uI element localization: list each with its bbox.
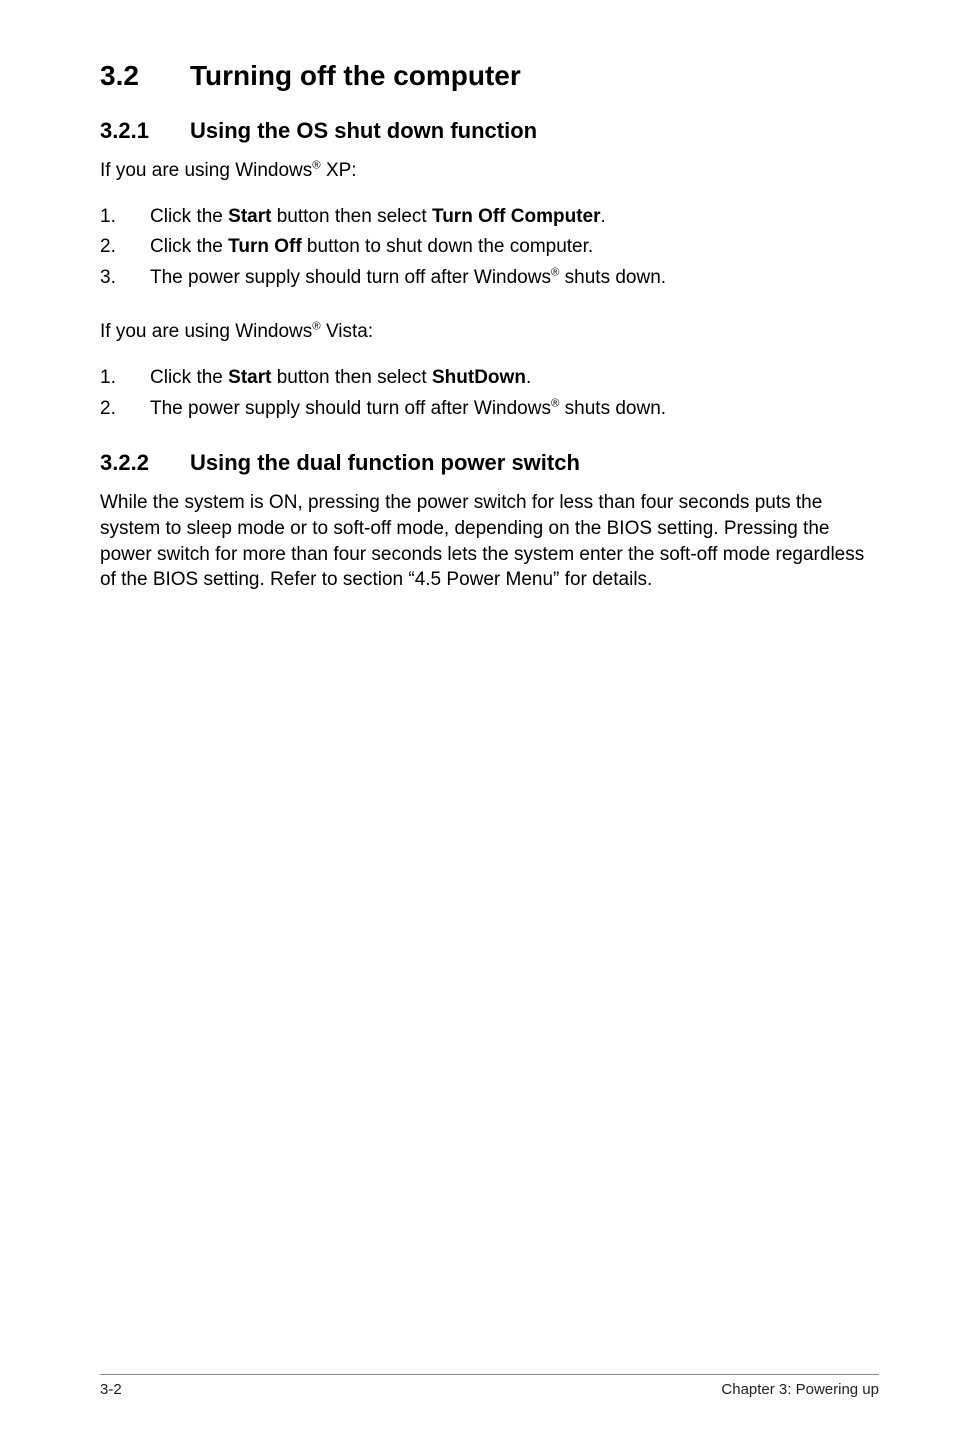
page-number: 3-2 bbox=[100, 1381, 122, 1398]
footer-row: 3-2 Chapter 3: Powering up bbox=[100, 1381, 879, 1398]
intro-vista: If you are using Windows® Vista: bbox=[100, 319, 879, 345]
step-text: The power supply should turn off after W… bbox=[150, 396, 879, 423]
list-item: 1. Click the Start button then select Tu… bbox=[100, 204, 879, 231]
list-item: 3. The power supply should turn off afte… bbox=[100, 265, 879, 292]
footer-rule bbox=[100, 1374, 879, 1375]
intro-xp: If you are using Windows® XP: bbox=[100, 158, 879, 184]
registered-icon: ® bbox=[312, 321, 320, 333]
subheading-321: 3.2.1Using the OS shut down function bbox=[100, 118, 879, 144]
step-number: 2. bbox=[100, 234, 150, 261]
steps-xp: 1. Click the Start button then select Tu… bbox=[100, 204, 879, 292]
chapter-label: Chapter 3: Powering up bbox=[721, 1381, 879, 1398]
heading-title: Turning off the computer bbox=[190, 60, 521, 91]
intro-vista-pre: If you are using Windows bbox=[100, 321, 312, 342]
step-number: 1. bbox=[100, 365, 150, 392]
subheading-title: Using the dual function power switch bbox=[190, 450, 580, 475]
step-text: Click the Start button then select ShutD… bbox=[150, 365, 879, 392]
intro-vista-post: Vista: bbox=[321, 321, 373, 342]
step-text: Click the Start button then select Turn … bbox=[150, 204, 879, 231]
list-item: 2. Click the Turn Off button to shut dow… bbox=[100, 234, 879, 261]
step-number: 3. bbox=[100, 265, 150, 292]
registered-icon: ® bbox=[312, 160, 320, 172]
list-item: 1. Click the Start button then select Sh… bbox=[100, 365, 879, 392]
intro-xp-post: XP: bbox=[321, 160, 357, 181]
subheading-number: 3.2.1 bbox=[100, 118, 190, 144]
subheading-number: 3.2.2 bbox=[100, 450, 190, 476]
step-text: The power supply should turn off after W… bbox=[150, 265, 879, 292]
intro-xp-pre: If you are using Windows bbox=[100, 160, 312, 181]
heading-number: 3.2 bbox=[100, 60, 190, 92]
list-item: 2. The power supply should turn off afte… bbox=[100, 396, 879, 423]
step-number: 2. bbox=[100, 396, 150, 423]
section2-body: While the system is ON, pressing the pow… bbox=[100, 490, 879, 593]
page-footer: 3-2 Chapter 3: Powering up bbox=[100, 1374, 879, 1398]
subheading-322: 3.2.2Using the dual function power switc… bbox=[100, 450, 879, 476]
step-text: Click the Turn Off button to shut down t… bbox=[150, 234, 879, 261]
step-number: 1. bbox=[100, 204, 150, 231]
page-heading: 3.2Turning off the computer bbox=[100, 60, 879, 92]
subheading-title: Using the OS shut down function bbox=[190, 118, 537, 143]
steps-vista: 1. Click the Start button then select Sh… bbox=[100, 365, 879, 422]
